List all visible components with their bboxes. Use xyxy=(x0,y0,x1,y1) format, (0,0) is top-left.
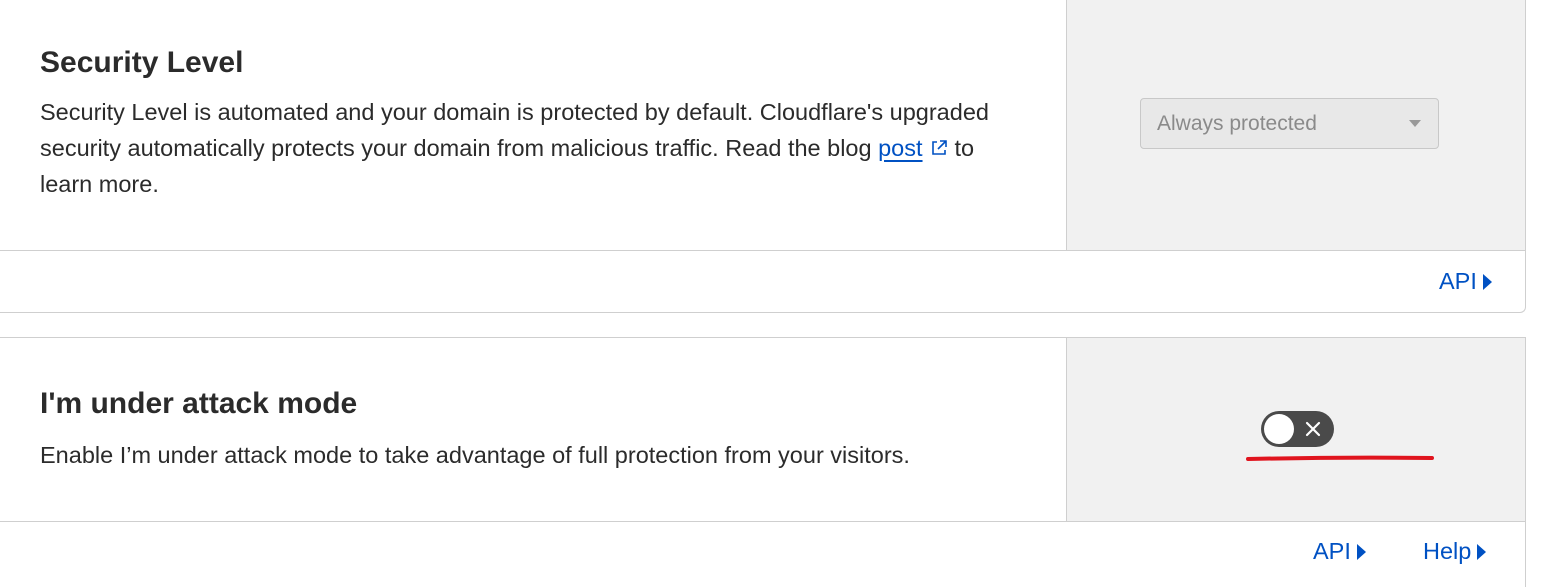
attack-mode-api-link[interactable]: API xyxy=(1313,538,1366,565)
blog-post-link[interactable]: post xyxy=(878,135,922,161)
attack-mode-card: I'm under attack mode Enable I’m under a… xyxy=(0,337,1526,587)
security-level-desc-text: Security Level is automated and your dom… xyxy=(40,99,989,161)
caret-right-icon xyxy=(1356,543,1366,560)
help-label: Help xyxy=(1423,538,1472,564)
api-label: API xyxy=(1439,268,1477,294)
security-level-api-link[interactable]: API xyxy=(1439,268,1492,295)
external-link-icon[interactable] xyxy=(929,138,949,158)
attack-mode-description: Enable I’m under attack mode to take adv… xyxy=(40,442,910,468)
chevron-down-icon xyxy=(1409,120,1421,127)
security-level-title: Security Level xyxy=(40,46,244,79)
security-level-main: Security Level Security Level is automat… xyxy=(0,0,1066,250)
caret-right-icon xyxy=(1482,273,1492,290)
security-level-control-panel: Always protected xyxy=(1066,0,1525,250)
api-label: API xyxy=(1313,538,1351,564)
red-underline-annotation xyxy=(1246,455,1434,461)
attack-mode-help-link[interactable]: Help xyxy=(1423,538,1487,565)
security-level-description: Security Level is automated and your dom… xyxy=(40,94,1010,202)
security-level-select[interactable]: Always protected xyxy=(1140,98,1439,149)
caret-right-icon xyxy=(1477,543,1487,560)
attack-mode-toggle[interactable] xyxy=(1261,411,1334,447)
security-level-select-value: Always protected xyxy=(1157,111,1317,135)
toggle-knob xyxy=(1264,414,1294,444)
security-level-card: Security Level Security Level is automat… xyxy=(0,0,1526,313)
attack-mode-control-panel xyxy=(1066,338,1525,521)
attack-mode-title: I'm under attack mode xyxy=(40,387,358,420)
close-icon xyxy=(1305,421,1321,437)
security-level-footer: API xyxy=(0,250,1525,312)
attack-mode-footer: API Help xyxy=(0,521,1525,587)
attack-mode-main: I'm under attack mode Enable I’m under a… xyxy=(0,338,1066,521)
